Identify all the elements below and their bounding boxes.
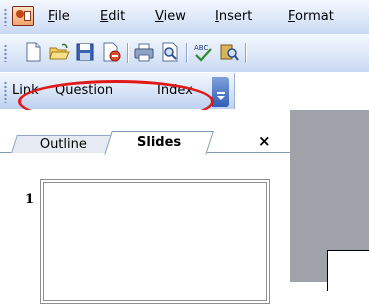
new-icon[interactable] — [22, 41, 44, 63]
tab-slides-label: Slides — [136, 135, 182, 150]
menu-bar-grip[interactable] — [4, 8, 7, 26]
powerpoint-app-icon[interactable] — [12, 6, 34, 26]
custom-toolbar-grip[interactable] — [4, 81, 7, 103]
spelling-icon[interactable]: ABC — [192, 41, 214, 63]
menu-format[interactable]: Format — [288, 10, 334, 24]
slide-thumbnail[interactable] — [40, 179, 270, 304]
menu-insert[interactable]: Insert — [215, 10, 252, 24]
print-icon[interactable] — [133, 41, 155, 63]
menu-view[interactable]: View — [155, 10, 186, 24]
slide-number: 1 — [25, 192, 35, 207]
menu-file[interactable]: File — [48, 10, 70, 24]
print-preview-icon[interactable] — [159, 41, 181, 63]
permission-icon[interactable] — [100, 41, 122, 63]
menu-edit[interactable]: Edit — [100, 10, 125, 24]
pane-tabs: Outline Slides × — [0, 110, 290, 155]
slide-canvas[interactable] — [327, 250, 369, 291]
save-icon[interactable] — [74, 41, 96, 63]
open-icon[interactable] — [48, 41, 70, 63]
toolbar-separator — [186, 43, 187, 63]
outline-slides-pane: Outline Slides × 1 — [0, 110, 290, 304]
slide-editing-area — [290, 110, 369, 291]
toolbar-separator — [245, 43, 246, 63]
close-pane-button[interactable]: × — [258, 134, 271, 149]
menu-bar: File Edit View Insert Format — [0, 0, 369, 34]
svg-text:ABC: ABC — [194, 44, 208, 52]
standard-toolbar: ABC — [0, 34, 369, 72]
standard-toolbar-grip[interactable] — [4, 44, 7, 62]
tab-outline-label: Outline — [40, 137, 88, 152]
tab-outline[interactable]: Outline — [11, 135, 117, 153]
toolbar-options-chevron-icon[interactable] — [212, 77, 229, 107]
tab-slides[interactable]: Slides — [104, 131, 214, 155]
toolbar-separator — [127, 43, 128, 63]
research-icon[interactable] — [218, 41, 240, 63]
